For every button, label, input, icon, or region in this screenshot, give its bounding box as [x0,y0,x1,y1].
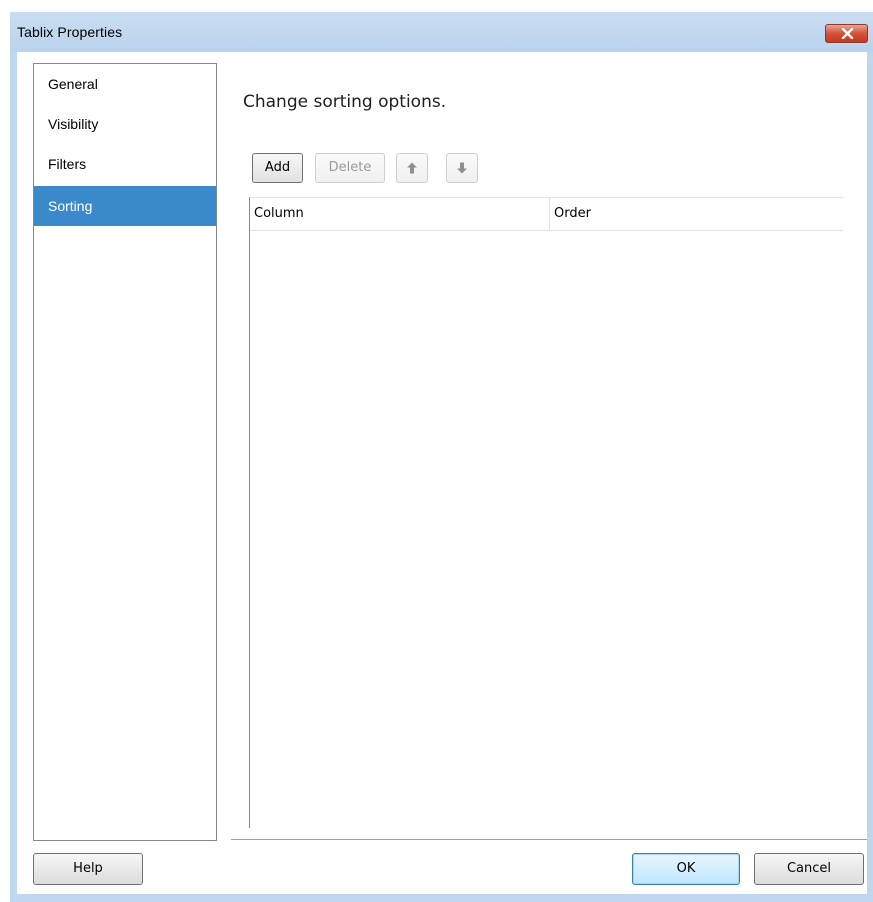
cancel-button[interactable]: Cancel [754,853,864,885]
close-button[interactable] [825,24,868,43]
move-up-button[interactable] [396,153,428,183]
close-icon [841,28,854,39]
nav-item-visibility[interactable]: Visibility [34,104,216,144]
nav-panel: General Visibility Filters Sorting [33,63,217,841]
delete-button[interactable]: Delete [315,153,385,183]
dialog-content: General Visibility Filters Sorting Chang… [17,52,867,894]
grid-header: Column Order [250,198,843,231]
nav-item-label: Filters [48,156,87,172]
nav-item-label: General [48,76,98,92]
nav-item-sorting[interactable]: Sorting [34,186,216,226]
column-header-order[interactable]: Order [550,198,843,230]
nav-item-filters[interactable]: Filters [34,144,216,184]
sorting-grid[interactable]: Column Order [249,197,843,828]
column-header-column[interactable]: Column [250,198,549,230]
nav-item-general[interactable]: General [34,64,216,104]
tablix-properties-dialog: Tablix Properties General Visibility Fil… [10,12,873,902]
footer-separator [231,839,867,840]
window-title: Tablix Properties [17,24,123,40]
ok-button[interactable]: OK [632,853,740,885]
title-bar[interactable]: Tablix Properties [10,12,873,52]
nav-item-label: Visibility [48,116,99,132]
arrow-down-icon [457,162,467,174]
add-button[interactable]: Add [252,153,303,183]
page-heading: Change sorting options. [243,92,447,112]
move-down-button[interactable] [446,153,478,183]
help-button[interactable]: Help [33,853,143,885]
arrow-up-icon [407,162,417,174]
nav-item-label: Sorting [48,198,93,214]
